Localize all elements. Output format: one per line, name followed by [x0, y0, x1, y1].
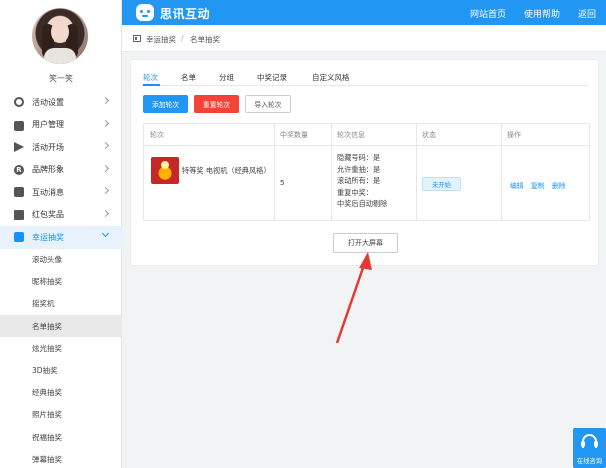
back-link[interactable]: 返回	[578, 7, 596, 20]
sidebar-item-label: 品牌形象	[32, 165, 64, 175]
sidebar-item-brand-image[interactable]: R 品牌形象	[0, 159, 122, 182]
tab-bar: 轮次 名单 分组 中奖记录 自定义风格	[141, 70, 588, 86]
breadcrumb: 幸运抽奖 / 名单抽奖	[122, 25, 606, 52]
table-column-divider	[501, 124, 502, 220]
sidebar-item-label: 红包奖品	[32, 210, 64, 220]
breadcrumb-parent[interactable]: 幸运抽奖	[146, 34, 176, 45]
tab-custom-style[interactable]: 自定义风格	[312, 72, 350, 83]
logo-icon	[136, 4, 154, 21]
sidebar-item-activity-opening[interactable]: 活动开场	[0, 136, 122, 159]
sidebar-item-label: 互动消息	[32, 187, 64, 197]
arrow-shaft	[335, 261, 367, 344]
send-icon	[14, 142, 24, 153]
round-info-line: 隐藏号码：是	[337, 153, 381, 162]
add-round-button[interactable]: 添加轮次	[143, 95, 188, 113]
sidebar-item-label: 用户管理	[32, 120, 64, 130]
sidebar-subitem-bullet-draw[interactable]: 弹幕抽奖	[0, 448, 122, 468]
prize-image	[151, 157, 179, 184]
table-header-status: 状态	[422, 130, 436, 139]
lucky-draw-icon	[14, 232, 24, 243]
top-bar: 思讯互动 网站首页 使用帮助 返回	[122, 0, 606, 25]
chevron-right-icon	[101, 96, 110, 105]
sidebar-subitem-scroll-avatar[interactable]: 滚动头像	[0, 249, 122, 271]
main-card: 轮次 名单 分组 中奖记录 自定义风格 添加轮次 重置轮次 导入轮次 轮次 中奖…	[131, 60, 598, 265]
sidebar-subitem-classic-draw[interactable]: 经典抽奖	[0, 382, 122, 404]
sidebar-menu: 活动设置 用户管理 活动开场 R 品牌形象 互动消息 红包奖品 幸运抽奖 滚动头…	[0, 91, 122, 468]
table-header-info: 轮次信息	[337, 130, 365, 139]
prize-count: 5	[280, 178, 285, 187]
chat-icon	[14, 187, 24, 198]
open-big-screen-button[interactable]: 打开大屏幕	[333, 233, 398, 253]
sidebar-subitem-glow-draw[interactable]: 炫光抽奖	[0, 337, 122, 359]
breadcrumb-icon	[133, 35, 141, 42]
table-column-divider	[416, 124, 417, 220]
sidebar-subitem-lottery-machine[interactable]: 摇奖机	[0, 293, 122, 315]
table-header-actions: 操作	[507, 130, 521, 139]
breadcrumb-separator: /	[181, 34, 184, 43]
sidebar-item-user-management[interactable]: 用户管理	[0, 114, 122, 137]
home-link[interactable]: 网站首页	[470, 7, 506, 20]
table-header-round: 轮次	[150, 130, 164, 139]
sidebar-item-activity-settings[interactable]: 活动设置	[0, 91, 122, 114]
tab-rounds[interactable]: 轮次	[143, 72, 158, 83]
table-header-count: 中奖数量	[280, 130, 308, 139]
table-divider	[144, 145, 589, 146]
sidebar: 笑一笑 活动设置 用户管理 活动开场 R 品牌形象 互动消息 红包奖品 幸运抽奖…	[0, 0, 122, 468]
chevron-right-icon	[101, 119, 110, 127]
reset-round-button[interactable]: 重置轮次	[194, 95, 239, 113]
table-column-divider	[274, 124, 275, 220]
online-consult-widget[interactable]: 在线咨询	[573, 428, 606, 468]
sidebar-item-label: 活动开场	[32, 142, 64, 152]
copy-button[interactable]: 复制	[531, 180, 545, 190]
chevron-right-icon	[101, 209, 110, 217]
round-info: 隐藏号码：是 允许重抽：是 滚动所有：是 重复中奖： 中奖后自动剔除	[337, 152, 413, 210]
round-info-line: 滚动所有：是	[337, 176, 381, 185]
round-info-line: 重复中奖：	[337, 187, 373, 197]
headset-icon	[581, 434, 598, 448]
brand-name: 思讯互动	[160, 7, 211, 21]
sidebar-subitem-nickname-draw[interactable]: 昵称抽奖	[0, 271, 122, 293]
help-link[interactable]: 使用帮助	[524, 7, 560, 20]
sidebar-item-label: 活动设置	[32, 97, 64, 107]
gift-icon	[14, 209, 24, 220]
import-round-button[interactable]: 导入轮次	[245, 95, 291, 113]
sidebar-item-lucky-draw[interactable]: 幸运抽奖	[0, 226, 122, 249]
gear-icon	[14, 97, 24, 108]
chevron-right-icon	[101, 164, 110, 172]
tab-list[interactable]: 名单	[181, 72, 196, 83]
edit-button[interactable]: 编辑	[510, 180, 524, 190]
tab-active-indicator	[143, 84, 160, 86]
breadcrumb-current: 名单抽奖	[190, 35, 220, 44]
sidebar-subitem-blessing-draw[interactable]: 祝福抽奖	[0, 426, 122, 448]
avatar[interactable]	[32, 8, 88, 64]
tab-winning-records[interactable]: 中奖记录	[257, 72, 287, 83]
online-consult-label: 在线咨询	[576, 458, 603, 465]
round-info-line: 允许重抽：是	[337, 164, 381, 174]
sidebar-subitem-photo-draw[interactable]: 照片抽奖	[0, 404, 122, 426]
table-column-divider	[331, 124, 332, 220]
delete-button[interactable]: 删除	[552, 180, 566, 190]
sidebar-subitem-3d-draw[interactable]: 3D抽奖	[0, 359, 122, 381]
sidebar-item-red-packet-prizes[interactable]: 红包奖品	[0, 204, 122, 227]
sidebar-item-label: 幸运抽奖	[32, 232, 64, 242]
status-badge: 未开始	[422, 177, 461, 191]
round-info-line: 中奖后自动剔除	[337, 199, 388, 208]
avatar-body	[44, 48, 76, 64]
lock-icon	[14, 121, 24, 132]
sidebar-subitem-list-draw[interactable]: 名单抽奖	[0, 315, 122, 338]
username: 笑一笑	[49, 74, 73, 83]
chevron-down-icon	[101, 229, 110, 238]
prize-name: 特等奖 电视机（经典风格）	[182, 166, 271, 175]
sidebar-item-interactive-messages[interactable]: 互动消息	[0, 181, 122, 204]
tab-groups[interactable]: 分组	[219, 72, 234, 83]
chevron-right-icon	[101, 186, 110, 195]
chevron-right-icon	[101, 141, 110, 150]
brand-icon: R	[14, 164, 24, 175]
avatar-face	[51, 21, 69, 43]
rounds-table: 轮次 中奖数量 轮次信息 状态 操作 特等奖 电视机（经典风格） 5 隐藏号码：…	[143, 123, 590, 221]
